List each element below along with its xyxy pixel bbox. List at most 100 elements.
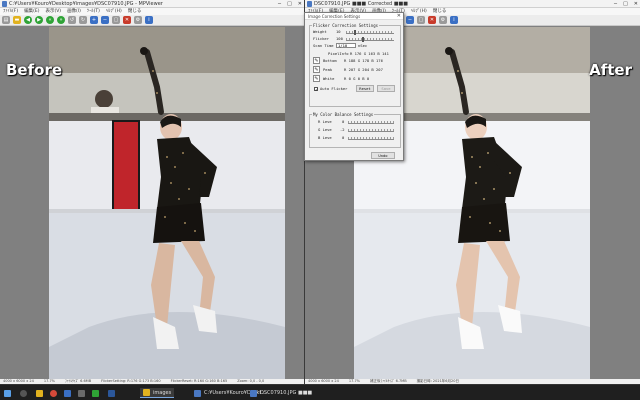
zoom-out-icon[interactable]: − [101,16,109,24]
flicker-slider-knob[interactable] [362,37,364,42]
peak-value: R 207 G 204 B 207 [344,67,383,72]
delete-icon[interactable]: ✕ [123,16,131,24]
menu-view[interactable]: 表示(V) [45,8,61,15]
auto-flicker-label: Auto Flicker [320,86,348,91]
taskbar-item-label: images [153,389,172,396]
before-label: Before [6,61,63,79]
folder-icon[interactable]: ▬ [13,16,21,24]
flicker-slider[interactable] [346,38,394,41]
prev-icon[interactable]: ◀ [24,16,32,24]
close-icon[interactable]: ✕ [298,0,302,8]
app-icon [307,1,312,7]
close-icon[interactable]: ✕ [397,13,401,20]
viewer-window-left: C:¥Users¥Kouro¥Desktop¥images¥DSC07910.J… [0,0,304,384]
app-icon [2,1,7,7]
titlebar[interactable]: C:¥Users¥Kouro¥Desktop¥images¥DSC07910.J… [0,0,304,8]
minimize-icon[interactable]: ─ [278,0,281,8]
g-level-slider[interactable] [348,129,394,132]
chrome-taskbar-icon[interactable] [50,388,57,398]
scan-time-input[interactable]: 1/10 [336,43,356,48]
app-icon [194,389,201,397]
info-icon[interactable]: i [145,16,153,24]
taskbar: images C:¥Users¥Kouro¥Deskt... DSC07910.… [0,384,640,400]
menu-image[interactable]: 画像(I) [67,8,81,15]
bottom-label: Bottom [323,58,337,63]
dialog-title[interactable]: Image Correction Settings [305,13,403,20]
flicker-group: Flicker Correction Settings Weight 10 Fl… [309,23,401,107]
minimize-icon[interactable]: ─ [614,0,617,8]
save-button[interactable]: Save [377,85,395,92]
scan-time-label: Scan Time [313,43,334,48]
menu-tools[interactable]: ﾂｰﾙ(T) [87,8,100,15]
zoom-out-icon[interactable]: − [406,16,414,24]
last-icon[interactable]: » [57,16,65,24]
eyedropper-bottom-icon[interactable]: ✎ [313,57,320,64]
b-level-value: 0 [342,135,345,140]
window-title: C:¥Users¥Kouro¥Desktop¥images¥DSC07910.J… [9,1,163,7]
photos-icon [92,389,99,397]
store-taskbar-icon[interactable] [78,388,85,398]
zoom-in-icon[interactable]: + [90,16,98,24]
menu-close[interactable]: 閉じる [128,8,142,15]
start-icon[interactable] [4,388,11,398]
delete-icon[interactable]: ✕ [428,16,436,24]
maximize-icon[interactable]: □ [287,0,292,8]
undo-button[interactable]: Undo [371,152,395,159]
first-icon[interactable]: « [46,16,54,24]
g-level-label: G Leve [318,127,332,132]
menu-close[interactable]: 閉じる [433,8,447,15]
white-label: White [323,76,335,81]
mail-taskbar-icon[interactable] [64,388,71,398]
menu-help[interactable]: ﾍﾙﾌﾟ(H) [106,8,122,15]
bottom-value: R 188 G 178 B 176 [344,58,383,63]
taskbar-item-images[interactable]: images [140,388,175,398]
settings-icon[interactable]: ⚙ [439,16,447,24]
next-icon[interactable]: ▶ [35,16,43,24]
explorer-taskbar-icon[interactable] [36,388,43,398]
b-level-label: B Leve [318,135,332,140]
toolbar: ▤ ▬ ◀ ▶ « » ↺ ↻ + − ▢ ✕ ⚙ i [0,15,304,26]
taskbar-item-label: DSC07910.JPG ■■■ [260,390,313,396]
folder-icon [143,389,150,396]
r-level-value: 0 [342,119,345,124]
rotate-right-icon[interactable]: ↻ [79,16,87,24]
b-level-slider[interactable] [348,137,394,140]
browser-icon [50,389,57,397]
word-icon [108,389,115,397]
windows-logo-icon [4,389,11,397]
g-level-value: -2 [340,127,345,132]
fit-icon[interactable]: ▢ [417,16,425,24]
menu-help[interactable]: ﾍﾙﾌﾟ(H) [411,8,427,15]
r-level-slider[interactable] [348,121,394,124]
maximize-icon[interactable]: □ [623,0,628,8]
fit-icon[interactable]: ▢ [112,16,120,24]
taskbar-item-viewer-right[interactable]: DSC07910.JPG ■■■ [250,388,312,398]
pixelinfo-label: PixelInfo [328,51,349,56]
search-icon[interactable] [20,388,27,398]
weight-label: Weight [313,29,327,34]
reset-button[interactable]: Reset [356,85,374,92]
eyedropper-white-icon[interactable]: ✎ [313,75,320,82]
mail-icon [64,389,71,397]
close-icon[interactable]: ✕ [634,0,638,8]
peak-label: Peak [323,67,333,72]
menu-file[interactable]: ﾌｧｲﾙ(F) [3,8,18,15]
weight-slider-knob[interactable] [354,30,356,35]
word-taskbar-icon[interactable] [108,388,115,398]
window-title: DSC07910.JPG ■■■ Corrected ■■■ [314,1,408,7]
after-label: After [589,61,632,79]
eyedropper-peak-icon[interactable]: ✎ [313,66,320,73]
open-folder-icon[interactable]: ▤ [2,16,10,24]
color-balance-group-label: My Color Balance Settings [312,112,375,117]
flicker-value: 100 [336,36,343,41]
photos-taskbar-icon[interactable] [92,388,99,398]
scan-time-unit: nSec [358,43,368,48]
menu-edit[interactable]: 編集(E) [24,8,39,15]
info-icon[interactable]: i [450,16,458,24]
auto-flicker-checkbox[interactable]: ✓ [314,87,318,92]
image-stage[interactable]: Before [0,27,304,379]
titlebar[interactable]: DSC07910.JPG ■■■ Corrected ■■■ ─ □ ✕ [305,0,640,8]
settings-icon[interactable]: ⚙ [134,16,142,24]
rotate-left-icon[interactable]: ↺ [68,16,76,24]
search-circle-icon [20,389,27,397]
